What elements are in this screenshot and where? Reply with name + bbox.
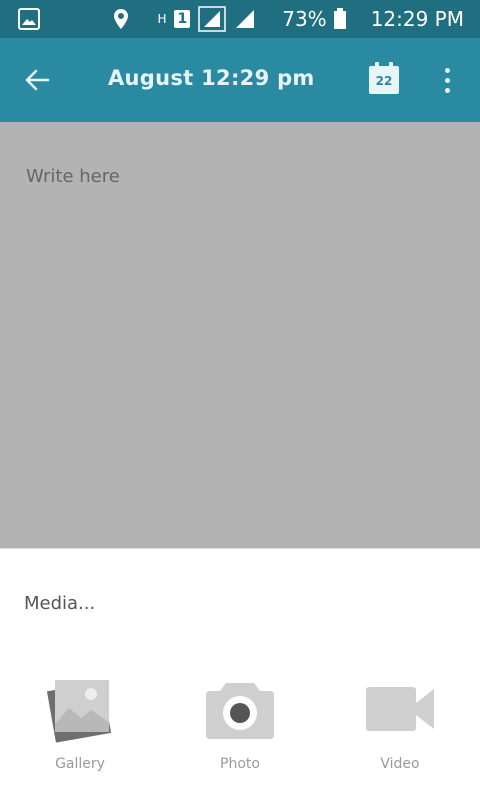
arrow-left-icon bbox=[25, 69, 50, 91]
more-vert-icon bbox=[444, 67, 450, 73]
more-vert-icon-dot bbox=[444, 87, 450, 93]
photo-label: Photo bbox=[220, 756, 260, 772]
sim-badge: 1 bbox=[174, 10, 191, 28]
signal-icon-sim2 bbox=[234, 8, 256, 30]
video-button[interactable]: Video bbox=[345, 674, 455, 784]
note-input[interactable] bbox=[24, 160, 458, 192]
video-label: Video bbox=[380, 756, 420, 772]
app-bar: August 12:29 pm 22 bbox=[0, 38, 480, 122]
note-editor bbox=[0, 122, 480, 548]
more-vert-icon-dot bbox=[444, 77, 450, 83]
video-icon bbox=[366, 687, 434, 731]
calendar-day: 22 bbox=[375, 74, 393, 88]
status-bar: H 1 73% 12:29 PM bbox=[0, 0, 480, 38]
gallery-button[interactable]: Gallery bbox=[25, 674, 135, 784]
network-type: H bbox=[157, 12, 167, 26]
signal-icon-sim1 bbox=[198, 6, 226, 32]
media-bottom-sheet: Media... Gallery Photo Video bbox=[0, 548, 480, 801]
battery-icon bbox=[333, 8, 347, 30]
calendar-button[interactable]: 22 bbox=[367, 60, 401, 96]
battery-percent: 73% bbox=[282, 7, 327, 31]
gallery-label: Gallery bbox=[55, 756, 105, 772]
back-button[interactable] bbox=[18, 61, 56, 99]
image-notification-icon bbox=[18, 8, 40, 30]
clock: 12:29 PM bbox=[370, 7, 464, 31]
gallery-icon bbox=[46, 680, 112, 743]
photo-button[interactable]: Photo bbox=[185, 674, 295, 784]
sheet-title: Media... bbox=[24, 593, 96, 614]
location-icon bbox=[113, 8, 129, 30]
camera-icon bbox=[206, 683, 274, 739]
page-title: August 12:29 pm bbox=[108, 66, 315, 90]
overflow-menu-button[interactable] bbox=[436, 62, 458, 98]
